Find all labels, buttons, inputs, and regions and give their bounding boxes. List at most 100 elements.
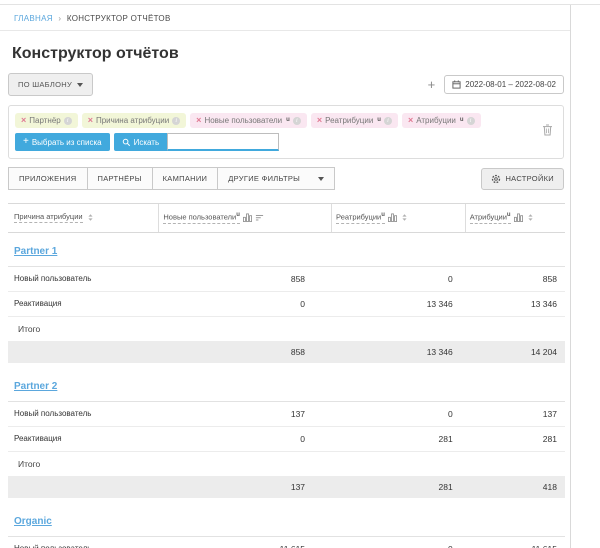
sort-icon[interactable] — [400, 213, 409, 222]
chip-unique-flag: u — [377, 117, 381, 123]
tab-label: ПРИЛОЖЕНИЯ — [19, 174, 77, 183]
date-range-value: 2022-08-01 – 2022-08-02 — [465, 80, 556, 89]
info-icon[interactable]: i — [467, 117, 475, 125]
group-link[interactable]: Partner 2 — [14, 381, 57, 392]
group-link[interactable]: Partner 1 — [14, 246, 57, 257]
tab-label: КАМПАНИИ — [163, 174, 208, 183]
chip-unique-flag: u — [460, 117, 464, 123]
close-icon[interactable]: × — [317, 116, 322, 125]
cell-value: 0 — [331, 537, 465, 548]
bar-chart-icon[interactable] — [514, 213, 523, 222]
cell-value: 858 — [158, 267, 331, 291]
cell-value: 11 615 — [158, 537, 331, 548]
cell-value: 0 — [158, 292, 331, 316]
cell-value: 137 — [465, 402, 565, 426]
totals-spacer — [8, 341, 158, 363]
table-row: Новый пользователь1370137 — [8, 402, 565, 427]
table-row: Реактивация0281281 — [8, 427, 565, 452]
cell-value: 0 — [331, 402, 465, 426]
chip-label: Реатрибуции — [325, 116, 373, 125]
totals-spacer — [8, 476, 158, 498]
close-icon[interactable]: × — [196, 116, 201, 125]
trash-icon[interactable] — [542, 123, 553, 141]
breadcrumb: ГЛАВНАЯ › КОНСТРУКТОР ОТЧЁТОВ — [0, 5, 570, 31]
filter-chip-3: ×Новые пользователи ui — [190, 113, 307, 128]
column-header-attributions[interactable]: Атрибуцииu — [465, 204, 565, 232]
sort-icon[interactable] — [526, 213, 535, 222]
tab-label: ДРУГИЕ ФИЛЬТРЫ — [228, 174, 300, 183]
group-totals-row: 137281418 — [8, 476, 565, 498]
cell-value: 0 — [158, 427, 331, 451]
table-body: Partner 1Новый пользователь8580858Реакти… — [8, 233, 565, 548]
table-row: Новый пользователь11 615011 615 — [8, 537, 565, 548]
chip-label: Новые пользователи — [204, 116, 282, 125]
select-from-list-button[interactable]: + Выбрать из списка — [15, 133, 110, 151]
date-range-picker[interactable]: 2022-08-01 – 2022-08-02 — [444, 75, 564, 94]
info-icon[interactable]: i — [384, 117, 392, 125]
plus-icon: + — [23, 137, 29, 147]
close-icon[interactable]: × — [408, 116, 413, 125]
group-total-label: Итого — [8, 317, 565, 341]
info-icon[interactable]: i — [172, 117, 180, 125]
chip-label: Причина атрибуции — [96, 116, 169, 125]
select-from-list-label: Выбрать из списка — [32, 138, 102, 147]
search-button-label: Искать — [134, 138, 160, 147]
breadcrumb-home-link[interactable]: ГЛАВНАЯ — [14, 14, 53, 23]
search-button[interactable]: Искать — [114, 133, 168, 151]
group-link[interactable]: Organic — [14, 516, 52, 527]
total-value: 281 — [331, 476, 465, 498]
caret-down-icon — [318, 177, 324, 181]
row-label: Реактивация — [8, 427, 158, 451]
filter-chip-5: ×Атрибуцииui — [402, 113, 481, 128]
tabs-row: ПРИЛОЖЕНИЯ ПАРТНЁРЫ КАМПАНИИ ДРУГИЕ ФИЛЬТРЫ… — [8, 167, 564, 190]
filter-search-input[interactable] — [167, 133, 279, 151]
tab-label: ПАРТНЁРЫ — [98, 174, 142, 183]
filter-chip-2: ×Причина атрибуцииi — [82, 113, 186, 128]
tab-3[interactable]: КАМПАНИИ — [152, 167, 219, 190]
table-header-row: Причина атрибуции Новые пользователиu — [8, 203, 565, 233]
sort-icon[interactable] — [86, 213, 95, 222]
cell-value: 11 615 — [465, 537, 565, 548]
bar-chart-icon[interactable] — [243, 213, 252, 222]
total-value: 14 204 — [465, 341, 565, 363]
toolbar-right: + 2022-08-01 – 2022-08-02 — [428, 75, 564, 94]
close-icon[interactable]: × — [88, 116, 93, 125]
sort-descending-icon[interactable] — [255, 213, 264, 222]
cell-value: 858 — [465, 267, 565, 291]
column-header-new-users[interactable]: Новые пользователиu — [158, 204, 331, 232]
close-icon[interactable]: × — [21, 116, 26, 125]
cell-value: 137 — [158, 402, 331, 426]
bar-chart-icon[interactable] — [388, 213, 397, 222]
table-group: OrganicНовый пользователь11 615011 615Ре… — [8, 503, 565, 548]
group-header-row: Partner 1 — [8, 233, 565, 267]
column-header-reattributions[interactable]: Реатрибуцииu — [331, 204, 465, 232]
tab-1[interactable]: ПРИЛОЖЕНИЯ — [8, 167, 88, 190]
breadcrumb-current: КОНСТРУКТОР ОТЧЁТОВ — [67, 14, 171, 23]
filter-chips: ×Партнёрi×Причина атрибуцииi×Новые польз… — [15, 113, 527, 128]
total-value: 13 346 — [331, 341, 465, 363]
group-total-label: Итого — [8, 452, 565, 476]
tab-2[interactable]: ПАРТНЁРЫ — [87, 167, 153, 190]
filter-tab-group: ПРИЛОЖЕНИЯ ПАРТНЁРЫ КАМПАНИИ ДРУГИЕ ФИЛЬТРЫ — [8, 167, 335, 190]
cell-value: 0 — [331, 267, 465, 291]
row-label: Новый пользователь — [8, 402, 158, 426]
column-header-attribution-reason[interactable]: Причина атрибуции — [8, 204, 158, 232]
chip-unique-flag: u — [286, 117, 290, 123]
table-row: Новый пользователь8580858 — [8, 267, 565, 292]
filter-panel: ×Партнёрi×Причина атрибуцииi×Новые польз… — [8, 105, 564, 159]
cell-value: 281 — [331, 427, 465, 451]
info-icon[interactable]: i — [64, 117, 72, 125]
template-dropdown-button[interactable]: ПО ШАБЛОНУ — [8, 73, 93, 96]
settings-button[interactable]: НАСТРОЙКИ — [481, 168, 564, 190]
table-group: Partner 1Новый пользователь8580858Реакти… — [8, 233, 565, 363]
group-header-row: Organic — [8, 503, 565, 537]
add-date-range-button[interactable]: + — [428, 78, 436, 91]
tab-4[interactable]: ДРУГИЕ ФИЛЬТРЫ — [217, 167, 335, 190]
info-icon[interactable]: i — [293, 117, 301, 125]
cell-value: 13 346 — [465, 292, 565, 316]
toolbar: ПО ШАБЛОНУ + 2022-08-01 – 2022-08-02 — [8, 73, 564, 96]
breadcrumb-separator: › — [58, 14, 61, 23]
total-value: 858 — [158, 341, 331, 363]
row-label: Новый пользователь — [8, 267, 158, 291]
settings-button-label: НАСТРОЙКИ — [505, 174, 554, 183]
